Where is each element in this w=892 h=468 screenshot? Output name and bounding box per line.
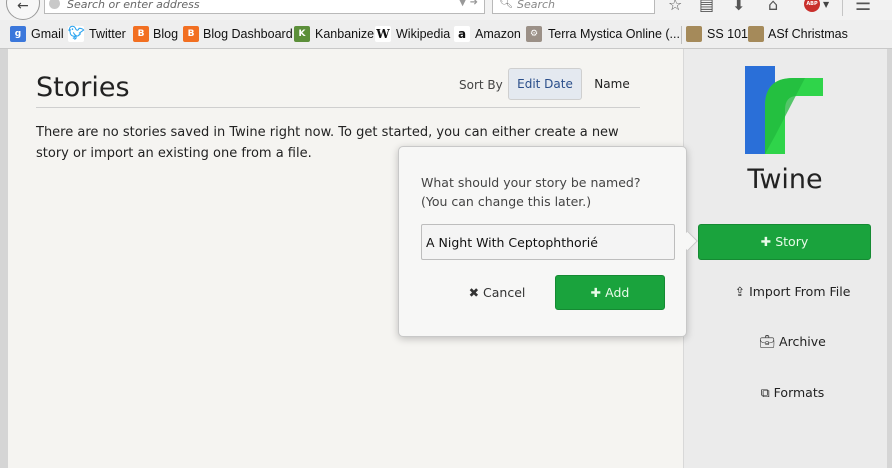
back-button[interactable]: ← — [6, 0, 40, 20]
prompt-hint: (You can change this later.) — [421, 194, 592, 209]
address-input[interactable]: Search or enter address — [67, 0, 200, 11]
home-icon[interactable]: ⌂ — [768, 0, 778, 13]
new-story-label: Story — [775, 234, 809, 249]
kanbanize-icon: K — [294, 26, 310, 42]
toolbar-divider — [842, 0, 843, 16]
chevron-down-icon[interactable]: ▼ — [823, 0, 829, 9]
search-icon: 🔍︎ — [499, 0, 513, 9]
download-icon[interactable]: ⬇ — [732, 0, 745, 13]
blogger-icon: B — [183, 26, 199, 42]
add-label: Add — [605, 285, 630, 300]
back-arrow-icon: ← — [17, 0, 29, 14]
formats-label: Formats — [773, 385, 825, 400]
bookmark-divider — [681, 26, 682, 44]
bookmark-twitter[interactable]: Twitter — [89, 25, 126, 43]
google-icon: g — [10, 26, 26, 42]
bookmark-ss101[interactable]: SS 101 — [707, 25, 748, 43]
bookmark-star-icon[interactable]: ☆ — [668, 0, 682, 13]
page-title: Stories — [36, 72, 130, 103]
bookmark-asf-christmas[interactable]: ASf Christmas — [768, 25, 848, 43]
upload-icon: ⇪ — [734, 284, 746, 299]
hamburger-menu-icon[interactable]: ☰ — [855, 0, 871, 14]
cancel-label: Cancel — [483, 285, 526, 300]
plus-icon: ✚ — [590, 285, 602, 300]
bookmark-blog-dashboard[interactable]: Blog Dashboard — [203, 25, 293, 43]
import-label: Import From File — [749, 284, 851, 299]
formats-button[interactable]: ⧉ Formats — [698, 378, 887, 408]
browser-toolbar: ← Search or enter address ▼ ➜ 🔍︎ Search … — [0, 0, 892, 20]
wikipedia-icon: W — [375, 26, 391, 42]
adblock-icon[interactable]: ABP — [804, 0, 820, 12]
bookmark-amazon[interactable]: Amazon — [475, 25, 521, 43]
twine-logo-icon — [745, 66, 823, 154]
search-input[interactable]: Search — [517, 0, 555, 11]
window-frame-right — [887, 49, 892, 468]
blogger-icon: B — [133, 26, 149, 42]
bookmark-wikipedia[interactable]: Wikipedia — [396, 25, 450, 43]
bookmarks-bar: g Gmail 🐦︎ Twitter B Blog B Blog Dashboa… — [0, 20, 892, 49]
app-name: Twine — [747, 164, 823, 195]
prompt-line: What should your story be named? — [421, 175, 641, 190]
globe-icon — [49, 0, 60, 9]
archive-button[interactable]: 💼︎ Archive — [698, 327, 887, 357]
cancel-button[interactable]: ✖ Cancel — [457, 275, 537, 310]
folder-bookmark-icon — [686, 26, 702, 42]
title-divider — [36, 107, 640, 108]
window-frame-left — [0, 49, 8, 468]
story-name-input[interactable] — [421, 224, 675, 260]
plus-icon: ✚ — [760, 234, 772, 249]
story-name-prompt: What should your story be named? (You ca… — [421, 173, 671, 211]
copy-icon: ⧉ — [760, 385, 770, 400]
twitter-bird-icon: 🐦︎ — [68, 26, 85, 42]
sort-label: Sort By — [459, 78, 503, 92]
import-from-file-button[interactable]: ⇪ Import From File — [698, 277, 887, 307]
bookmark-terra-mystica[interactable]: Terra Mystica Online (... — [548, 25, 680, 43]
amazon-icon: a — [454, 26, 470, 42]
bookmark-blog[interactable]: Blog — [153, 25, 178, 43]
bookmark-kanbanize[interactable]: Kanbanize — [315, 25, 374, 43]
add-button[interactable]: ✚ Add — [555, 275, 665, 310]
bookmark-gmail[interactable]: Gmail — [31, 25, 64, 43]
new-story-button[interactable]: ✚ Story — [698, 224, 871, 260]
sort-by-edit-date-button[interactable]: Edit Date — [508, 68, 582, 100]
briefcase-icon: 💼︎ — [759, 334, 776, 349]
sort-by-name-button[interactable]: Name — [584, 68, 640, 100]
terra-mystica-icon: ⚙ — [526, 26, 542, 42]
address-bar[interactable]: Search or enter address ▼ ➜ — [44, 0, 485, 14]
folder-bookmark-icon — [748, 26, 764, 42]
reload-arrow-icon[interactable]: ▼ ➜ — [459, 0, 478, 8]
bookmarks-menu-icon[interactable]: ▤ — [699, 0, 714, 13]
archive-label: Archive — [779, 334, 826, 349]
close-icon: ✖ — [468, 285, 480, 300]
search-bar[interactable]: 🔍︎ Search — [492, 0, 655, 14]
